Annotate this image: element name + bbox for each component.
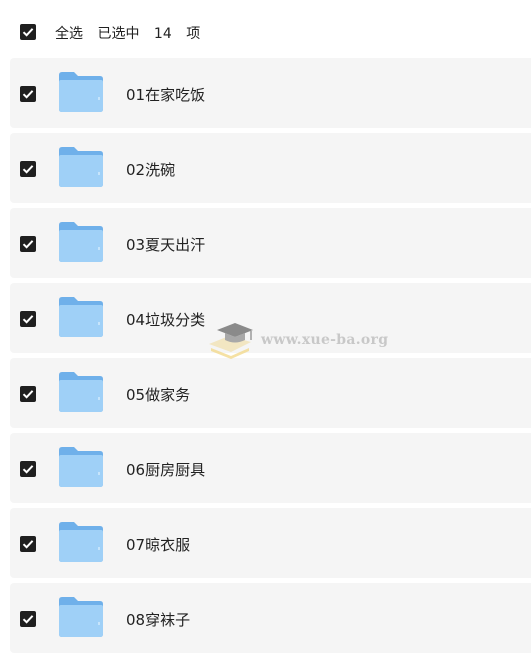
select-all-label[interactable]: 全选 (55, 26, 83, 42)
graduation-cap-icon (209, 323, 253, 359)
item-checkbox[interactable] (20, 536, 36, 552)
folder-icon (59, 597, 103, 637)
folder-icon (59, 447, 103, 487)
folder-icon (59, 297, 103, 337)
folder-name: 04垃圾分类 (126, 311, 206, 329)
list-item[interactable]: 08穿袜子 (10, 583, 531, 653)
list-item[interactable]: 07晾衣服 (10, 508, 531, 578)
selected-count: 14 (153, 26, 172, 42)
item-checkbox[interactable] (20, 386, 36, 402)
checkmark-icon (22, 465, 34, 474)
item-checkbox[interactable] (20, 161, 36, 177)
checkmark-icon (22, 540, 34, 549)
list-item[interactable]: 02洗碗 (10, 133, 531, 203)
watermark-text: www.xue-ba.org (261, 332, 389, 348)
selection-header: 全选 已选中 14 项 (0, 0, 531, 58)
selected-label: 已选中 (97, 26, 140, 42)
folder-icon (59, 222, 103, 262)
checkmark-icon (22, 240, 34, 249)
item-checkbox[interactable] (20, 611, 36, 627)
folder-name: 08穿袜子 (126, 611, 191, 629)
checkmark-icon (22, 90, 34, 99)
item-checkbox[interactable] (20, 236, 36, 252)
list-item[interactable]: 05做家务 (10, 358, 531, 428)
list-item[interactable]: 03夏天出汗 (10, 208, 531, 278)
checkmark-icon (22, 615, 34, 624)
selection-summary: 全选 已选中 14 项 (55, 23, 210, 43)
folder-name: 07晾衣服 (126, 536, 191, 554)
item-checkbox[interactable] (20, 86, 36, 102)
checkmark-icon (22, 28, 34, 37)
folder-icon (59, 372, 103, 412)
checkmark-icon (22, 390, 34, 399)
item-checkbox[interactable] (20, 461, 36, 477)
folder-icon (59, 147, 103, 187)
checkmark-icon (22, 165, 34, 174)
folder-name: 05做家务 (126, 386, 191, 404)
list-item[interactable]: 01在家吃饭 (10, 58, 531, 128)
folder-icon (59, 72, 103, 112)
watermark: www.xue-ba.org (205, 318, 389, 362)
items-unit: 项 (186, 26, 201, 42)
select-all-checkbox[interactable] (20, 24, 36, 40)
folder-name: 06厨房厨具 (126, 461, 206, 479)
folder-name: 01在家吃饭 (126, 86, 206, 104)
folder-name: 03夏天出汗 (126, 236, 206, 254)
folder-icon (59, 522, 103, 562)
item-checkbox[interactable] (20, 311, 36, 327)
checkmark-icon (22, 315, 34, 324)
folder-name: 02洗碗 (126, 161, 176, 179)
list-item[interactable]: 06厨房厨具 (10, 433, 531, 503)
